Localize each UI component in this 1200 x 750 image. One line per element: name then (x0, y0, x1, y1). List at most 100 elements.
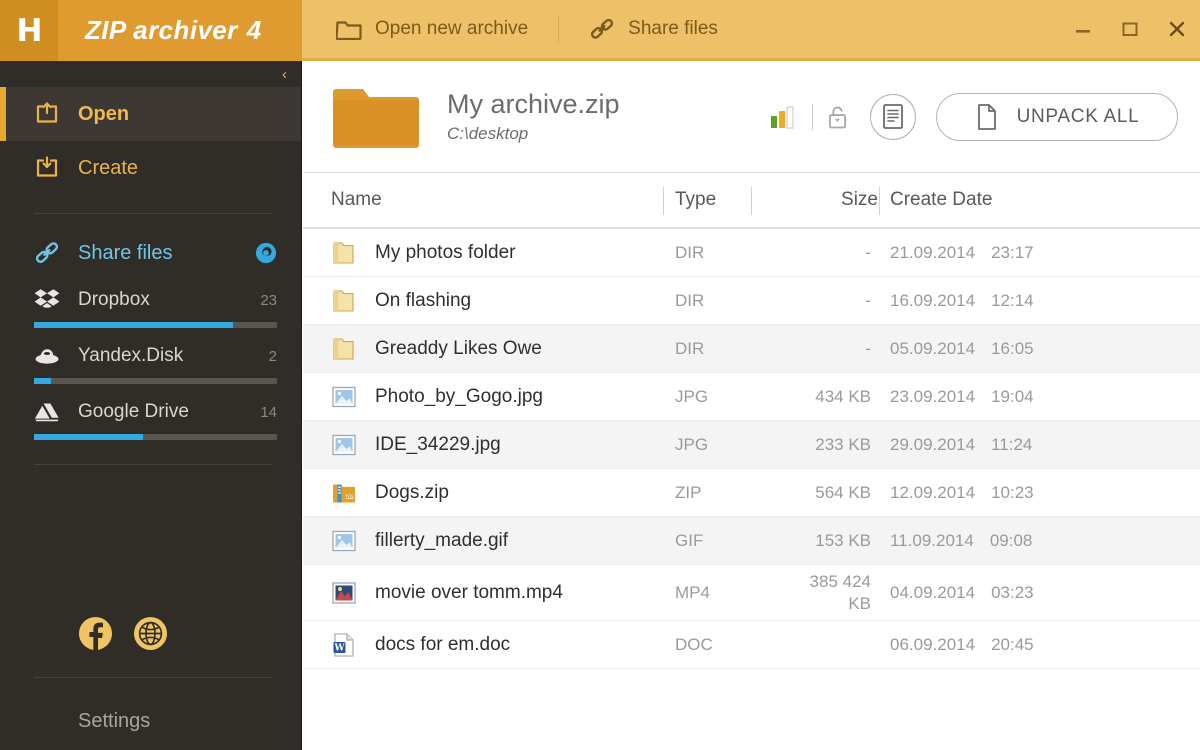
dropbox-icon (34, 289, 60, 308)
minimize-icon (1075, 30, 1090, 33)
archive-info-button[interactable] (870, 93, 916, 140)
file-create-date: 12.09.2014 10:23 (890, 483, 1034, 503)
sidebar-item-share-files[interactable]: Share files (0, 228, 301, 278)
cloud-label-google-drive: Google Drive (78, 401, 189, 422)
word-icon: W (333, 632, 354, 657)
file-name-cell: On flashing (331, 288, 471, 314)
cloud-header: Dropbox 23 (34, 288, 277, 312)
file-name-cell: movie over tomm.mp4 (331, 580, 563, 606)
sidebar-item-settings[interactable]: Settings (0, 692, 301, 750)
sidebar-cloud-dropbox[interactable]: Dropbox 23 (0, 278, 301, 334)
brand-name: ZIP archiver (85, 15, 238, 45)
open-new-archive-button[interactable]: Open new archive (302, 0, 554, 58)
file-date: 29.09.2014 (890, 434, 976, 454)
file-name: Greaddy Likes Owe (375, 337, 542, 359)
column-header-type[interactable]: Type (675, 189, 716, 211)
file-create-date: 29.09.2014 11:24 (890, 435, 1032, 455)
image-icon (332, 530, 356, 551)
archive-info: My archive.zip C:\desktop (447, 89, 770, 143)
file-table-body: My photos folder DIR -21.09.2014 23:17 On fl… (303, 229, 1200, 750)
sidebar-item-create[interactable]: Create (0, 141, 301, 195)
close-button[interactable] (1153, 0, 1200, 58)
sidebar-divider-bottom (34, 464, 273, 465)
file-name: IDE_34229.jpg (375, 433, 501, 455)
maximize-icon (1122, 22, 1137, 36)
file-date: 23.09.2014 (890, 386, 976, 406)
file-time: 23:17 (991, 242, 1034, 262)
file-name-cell: IDE_34229.jpg (331, 432, 501, 458)
cloud-progress-dropbox (34, 322, 277, 328)
column-header-create-date[interactable]: Create Date (890, 189, 992, 211)
file-size: 153 KB (815, 530, 871, 550)
column-header-name[interactable]: Name (331, 189, 382, 211)
share-files-label: Share files (628, 18, 718, 39)
sidebar-collapse-row: ‹ (0, 61, 301, 87)
app-title: ZIP archiver 4 (85, 15, 262, 46)
file-time: 09:08 (989, 530, 1033, 550)
cloud-count-dropbox: 23 (260, 291, 277, 309)
sidebar-share-files-label: Share files (78, 241, 173, 264)
cloud-count-yandex-disk: 2 (268, 347, 277, 365)
sidebar-divider-top (34, 213, 273, 214)
table-row[interactable]: fillerty_made.gif GIF 153 KB 11.09.2014 09:0… (303, 517, 1200, 565)
share-files-button[interactable]: Share files (563, 0, 744, 58)
open-archive-icon (36, 102, 58, 123)
zip-icon: ZIP (333, 484, 355, 502)
logo-letter: H (16, 12, 43, 49)
gear-icon[interactable] (255, 242, 277, 264)
facebook-icon[interactable] (78, 616, 113, 651)
sidebar-cloud-google-drive[interactable]: Google Drive 14 (0, 390, 301, 446)
bar-chart-icon[interactable] (770, 105, 798, 129)
app-window: H ZIP archiver 4 Open new archive Share … (0, 0, 1200, 750)
sidebar-item-open[interactable]: Open (0, 87, 301, 141)
brand-version: 4 (246, 15, 262, 45)
maximize-button[interactable] (1106, 0, 1153, 58)
file-size: 385 424 KB (809, 572, 871, 613)
sidebar-cloud-yandex-disk[interactable]: Yandex.Disk 2 (0, 334, 301, 390)
file-time: 12:14 (991, 290, 1034, 310)
column-separator (663, 187, 664, 215)
table-row[interactable]: My photos folder DIR -21.09.2014 23:17 (303, 229, 1200, 277)
file-name: Photo_by_Gogo.jpg (375, 385, 543, 407)
unlock-icon[interactable] (827, 104, 848, 130)
archive-name: My archive.zip (447, 89, 620, 120)
file-type: DIR (675, 242, 705, 262)
sidebar-item-open-label: Open (78, 102, 130, 125)
archive-header: My archive.zip C:\desktop UNPACK ALL (303, 61, 1200, 173)
folder-icon (333, 337, 354, 360)
file-size: 434 KB (815, 386, 871, 406)
sidebar-item-create-label: Create (78, 156, 139, 179)
table-row[interactable]: On flashing DIR -16.09.2014 12:14 (303, 277, 1200, 325)
folder-icon (333, 241, 354, 264)
unpack-all-button[interactable]: UNPACK ALL (936, 92, 1178, 141)
link-icon (35, 242, 59, 264)
cloud-progress-fill (34, 322, 234, 328)
minimize-button[interactable] (1059, 0, 1106, 58)
archive-path: C:\desktop (447, 123, 529, 143)
close-icon (1169, 21, 1184, 37)
table-row[interactable]: Photo_by_Gogo.jpg JPG 434 KB 23.09.2014 19:0… (303, 373, 1200, 421)
file-create-date: 21.09.2014 23:17 (890, 243, 1034, 263)
table-row[interactable]: IDE_34229.jpg JPG 233 KB 29.09.2014 11:24 (303, 421, 1200, 469)
file-create-date: 06.09.2014 20:45 (890, 635, 1034, 655)
table-row[interactable]: movie over tomm.mp4 MP4 385 424 KB 04.09.201… (303, 565, 1200, 621)
folder-icon (336, 20, 362, 40)
file-type: DOC (675, 634, 713, 654)
chevron-left-icon[interactable]: ‹ (282, 67, 287, 82)
file-name: movie over tomm.mp4 (375, 581, 563, 603)
table-row[interactable]: Greaddy Likes Owe DIR -05.09.2014 16:05 (303, 325, 1200, 373)
open-new-archive-label: Open new archive (375, 18, 529, 39)
table-row[interactable]: ZIP Dogs.zip ZIP 564 KB 12.09.2014 10:23 (303, 469, 1200, 517)
document-info-icon (883, 104, 903, 129)
file-size: - (865, 290, 871, 310)
file-name: fillerty_made.gif (375, 529, 509, 551)
folder-icon (333, 88, 419, 148)
file-time: 03:23 (991, 582, 1034, 602)
file-name: docs for em.doc (375, 633, 511, 655)
file-name: Dogs.zip (375, 481, 449, 503)
globe-icon[interactable] (133, 616, 168, 651)
column-header-size[interactable]: Size (820, 189, 878, 211)
file-time: 19:04 (991, 386, 1034, 406)
table-row[interactable]: Wdocs for em.doc DOC 06.09.2014 20:45 (303, 621, 1200, 669)
